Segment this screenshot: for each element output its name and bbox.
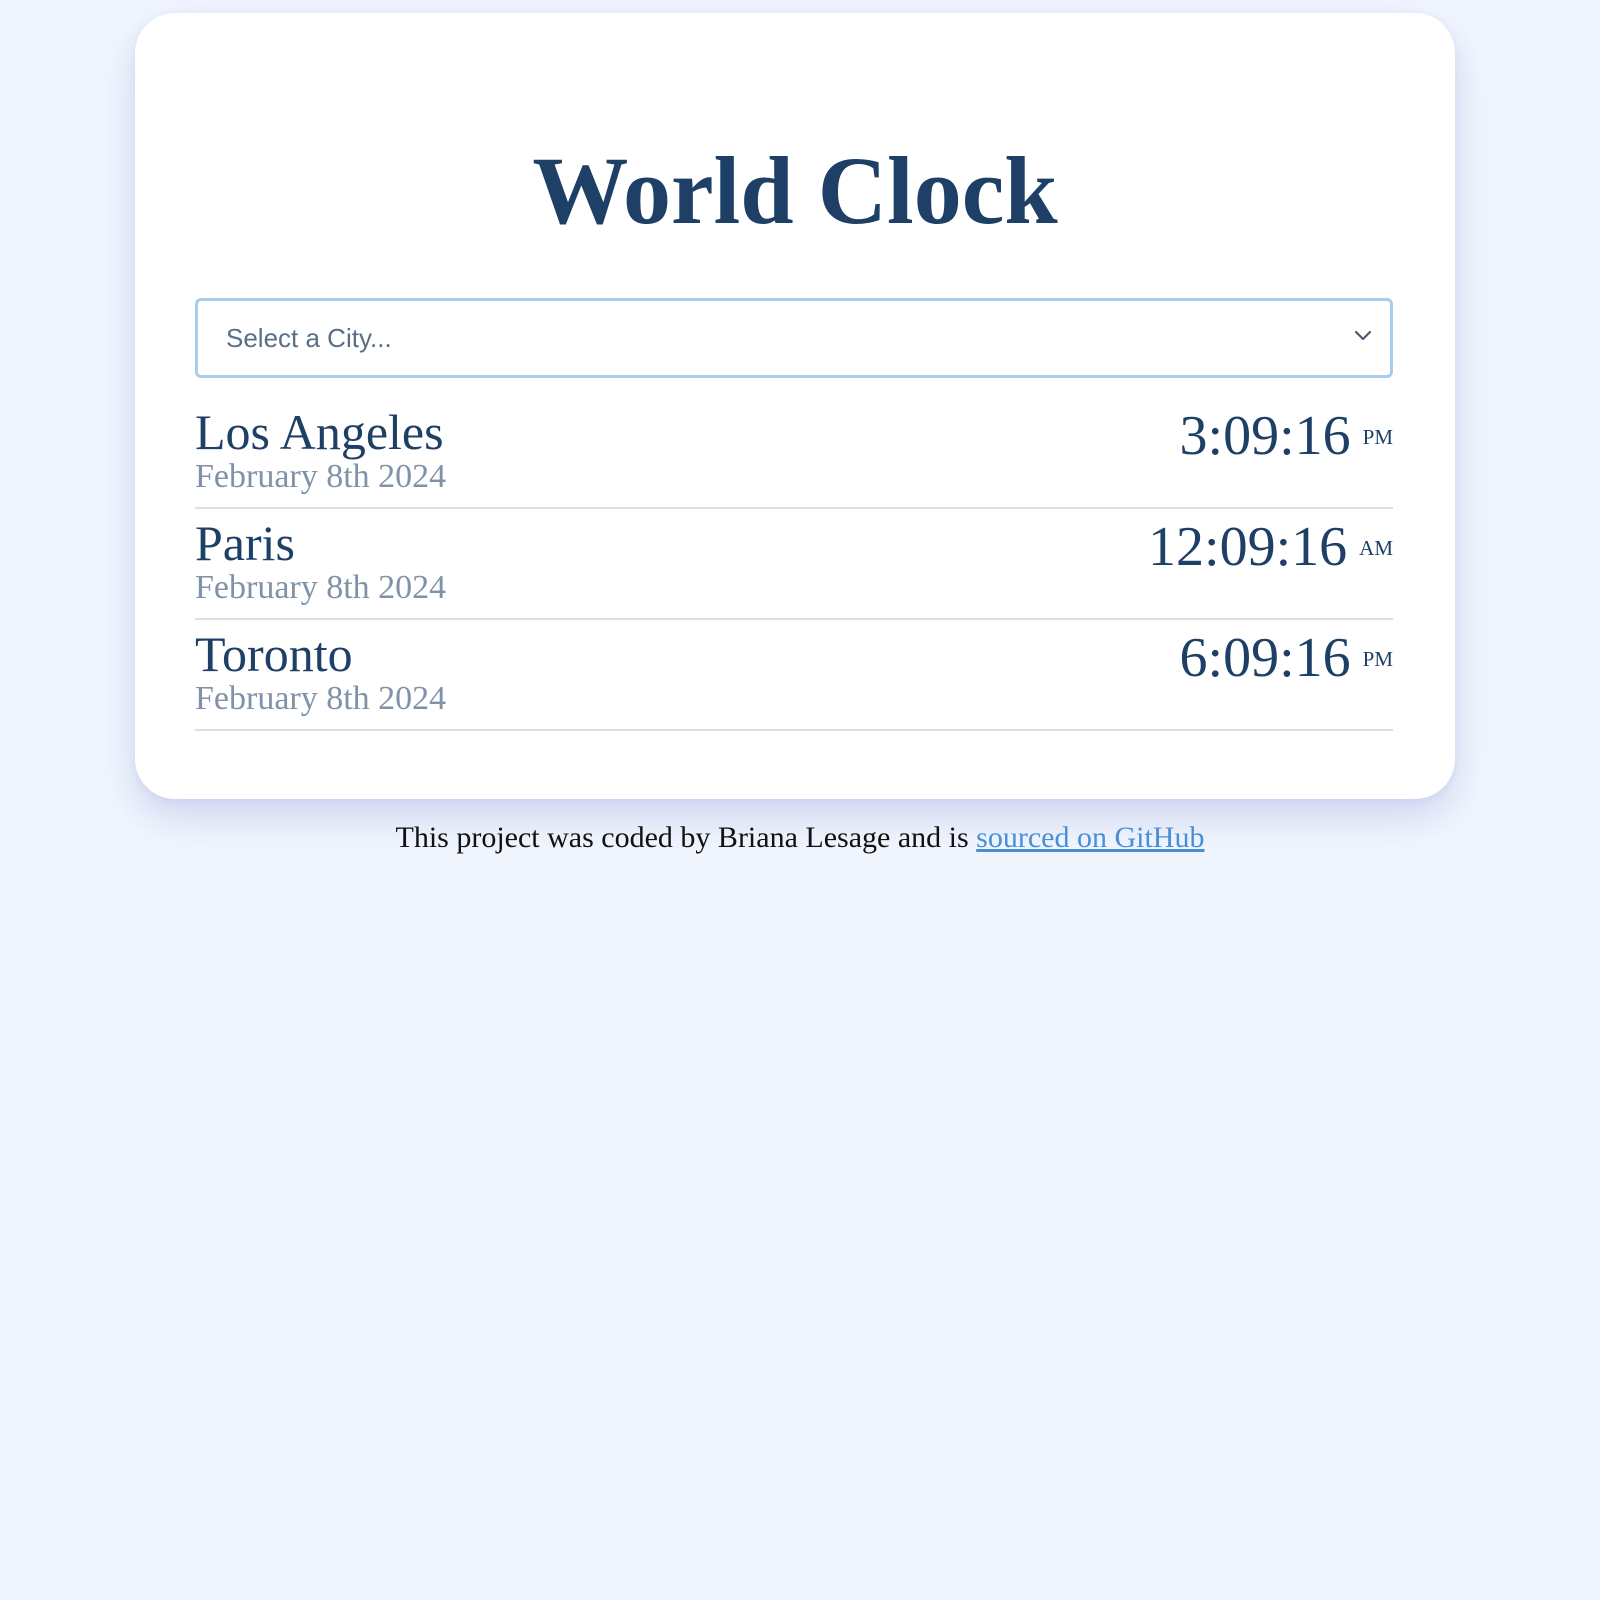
footer: This project was coded by Briana Lesage … <box>0 818 1600 858</box>
clock-card: World Clock Select a City... Los Angeles… <box>135 13 1455 799</box>
city-name: Los Angeles <box>195 404 444 460</box>
city-date: February 8th 2024 <box>195 458 447 495</box>
footer-text: This project was coded by Briana Lesage … <box>395 821 977 854</box>
page-title: World Clock <box>532 137 1058 244</box>
time-period: AM <box>1359 536 1393 560</box>
time-period: PM <box>1362 647 1393 671</box>
city-time: 3:09:16 PM <box>1180 408 1393 464</box>
city-date: February 8th 2024 <box>195 680 447 717</box>
city-time: 6:09:16 PM <box>1180 630 1393 686</box>
city-name: Paris <box>195 515 295 571</box>
time-value: 6:09:16 <box>1179 627 1351 689</box>
city-list: Los Angeles February 8th 2024 3:09:16 PM … <box>195 398 1393 731</box>
city-date: February 8th 2024 <box>195 569 447 606</box>
city-time: 12:09:16 AM <box>1148 519 1393 575</box>
github-link[interactable]: sourced on GitHub <box>976 821 1204 854</box>
time-value: 3:09:16 <box>1179 405 1351 467</box>
time-period: PM <box>1362 425 1393 449</box>
city-row-paris: Paris February 8th 2024 12:09:16 AM <box>195 509 1393 620</box>
city-name: Toronto <box>195 626 353 682</box>
city-select-placeholder: Select a City... <box>226 323 392 353</box>
city-row-toronto: Toronto February 8th 2024 6:09:16 PM <box>195 620 1393 731</box>
city-row-los-angeles: Los Angeles February 8th 2024 3:09:16 PM <box>195 398 1393 509</box>
city-select[interactable]: Select a City... <box>195 298 1393 378</box>
chevron-down-icon <box>1354 330 1372 341</box>
time-value: 12:09:16 <box>1148 516 1348 578</box>
